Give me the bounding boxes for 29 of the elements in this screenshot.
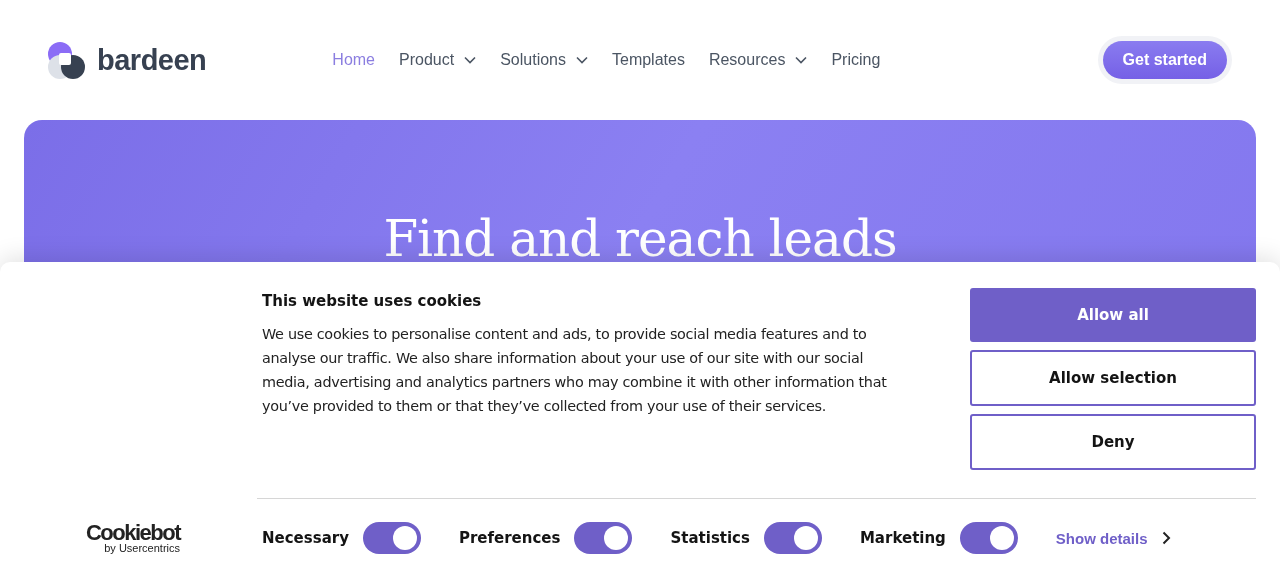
toggle-switch[interactable]	[959, 522, 1018, 554]
cookie-title: This website uses cookies	[262, 292, 483, 310]
chevron-down-icon	[795, 56, 808, 64]
logo-icon	[48, 41, 85, 79]
cookiebot-tagline: by Usercentrics	[104, 542, 180, 554]
chevron-down-icon	[576, 56, 588, 64]
chevron-right-icon	[1161, 531, 1171, 545]
consent-button[interactable]: Allow selection	[970, 350, 1256, 406]
toggle-switch[interactable]	[763, 522, 822, 554]
nav-link[interactable]: Pricing	[831, 51, 881, 69]
consent-button[interactable]: Deny	[970, 414, 1256, 470]
nav-link[interactable]: Solutions	[500, 51, 588, 69]
consent-button[interactable]: Allow all	[970, 288, 1256, 342]
toggle-label: Statistics	[670, 529, 750, 547]
toggle-switch[interactable]	[574, 522, 633, 554]
toggle-label: Necessary	[262, 529, 349, 547]
toggle-label: Preferences	[458, 529, 561, 547]
nav-link[interactable]: Resources	[708, 51, 808, 69]
get-started-button[interactable]: Get started	[1102, 41, 1227, 79]
show-details-link[interactable]: Show details	[1055, 529, 1171, 547]
toggle-label: Marketing	[859, 529, 946, 547]
nav-link[interactable]: Product	[399, 51, 477, 69]
cookie-description: We use cookies to personalise content and ads, to provide social media features and to analyse our traffic. We also share information about your use of our site with our social media, advertising and analytics partners who may combine it with other information that you’ve provided to them or that they’ve collected from your use of their services.	[262, 325, 888, 416]
brand-name[interactable]: bardeen	[97, 43, 207, 77]
toggle-switch[interactable]	[362, 522, 421, 554]
cookiebot-logo: Cookiebot	[85, 522, 180, 544]
chevron-down-icon	[464, 56, 477, 64]
nav-link[interactable]: Templates	[612, 51, 685, 69]
hero-heading: Find and reach leads	[383, 210, 897, 268]
